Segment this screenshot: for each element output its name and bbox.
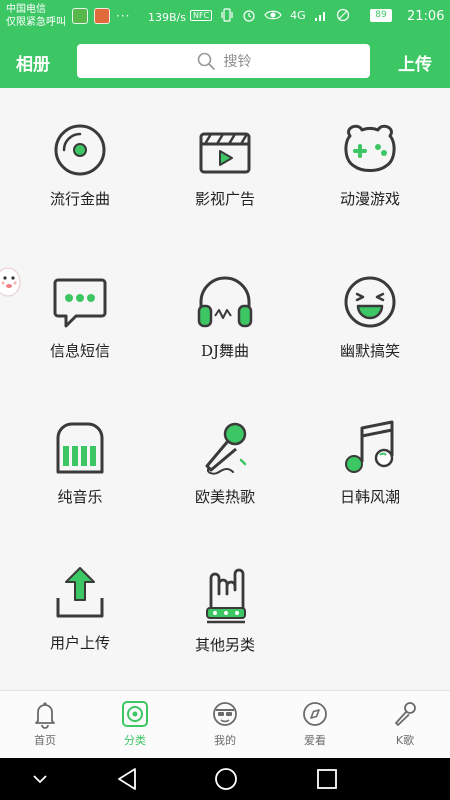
rock-hand-icon <box>206 568 246 624</box>
tab-label: K歌 <box>395 734 415 747</box>
tab-karaoke[interactable]: K歌 <box>360 691 450 758</box>
category-sms[interactable]: 信息短信 <box>5 272 155 361</box>
category-label: 日韩风潮 <box>339 488 400 506</box>
music-note-icon <box>345 420 394 473</box>
category-humor[interactable]: 幽默搞笑 <box>295 272 445 361</box>
category-instrumental[interactable]: 纯音乐 <box>5 418 155 507</box>
category-label: DJ舞曲 <box>200 342 250 360</box>
category-label: 影视广告 <box>194 190 255 208</box>
more-notifications-indicator: ··· <box>116 9 131 23</box>
laughing-face-icon <box>344 276 396 328</box>
category-dj-dance[interactable]: DJ舞曲 <box>150 272 300 361</box>
tab-watch[interactable]: 爱看 <box>270 691 360 758</box>
vinyl-disc-icon <box>54 124 106 176</box>
tab-label: 我的 <box>214 734 236 747</box>
battery-icon: 89 <box>370 9 392 22</box>
microphone-icon <box>205 422 247 475</box>
clapperboard-play-icon <box>199 132 251 174</box>
tab-label: 首页 <box>34 734 56 747</box>
signal-strength-icon <box>314 12 325 21</box>
tab-home[interactable]: 首页 <box>0 691 90 758</box>
nfc-icon: NFC <box>190 9 213 21</box>
app-notification-icon <box>94 8 110 24</box>
notification-icons: ··· <box>72 8 130 24</box>
home-icon[interactable] <box>214 766 238 792</box>
tab-mine[interactable]: 我的 <box>180 691 270 758</box>
carrier-info: 中国电信 仅限紧急呼叫 <box>6 3 66 29</box>
category-label: 信息短信 <box>49 342 110 360</box>
app-notification-icon <box>72 8 88 24</box>
recent-apps-icon[interactable] <box>315 766 339 792</box>
category-label: 用户上传 <box>49 634 110 652</box>
upload-button[interactable]: 上传 <box>398 50 432 75</box>
signal-type: 4G <box>290 8 306 22</box>
system-status-icons: NFC 4G <box>190 8 350 22</box>
back-icon[interactable] <box>115 766 139 792</box>
upload-tray-icon <box>56 567 104 618</box>
carrier-name: 中国电信 <box>6 4 46 15</box>
bell-icon <box>35 702 55 729</box>
user-avatar-icon <box>213 702 237 726</box>
alarm-icon <box>243 10 255 22</box>
bear-gamepad-icon <box>344 124 396 172</box>
network-speed: 139B/s <box>148 11 186 24</box>
system-nav-bar <box>0 758 450 800</box>
bottom-tab-bar: 首页 分类 我的 爱看 K歌 <box>0 690 450 758</box>
category-others[interactable]: 其他另类 <box>150 564 300 655</box>
category-anime-games[interactable]: 动漫游戏 <box>295 120 445 209</box>
tab-label: 分类 <box>124 734 146 747</box>
search-bar[interactable]: 搜铃 <box>77 44 370 78</box>
app-header: 相册 搜铃 上传 <box>0 38 450 88</box>
category-jk-trends[interactable]: 日韩风潮 <box>295 418 445 507</box>
clock: 21:06 <box>407 9 445 24</box>
karaoke-mic-icon <box>395 702 416 726</box>
hide-nav-chevron-icon[interactable] <box>32 773 48 785</box>
category-film-ads[interactable]: 影视广告 <box>150 120 300 209</box>
compass-icon <box>303 702 327 726</box>
tab-category[interactable]: 分类 <box>90 691 180 758</box>
search-icon <box>197 52 215 70</box>
eye-comfort-icon <box>264 10 282 20</box>
category-label: 欧美热歌 <box>194 488 255 506</box>
category-label: 流行金曲 <box>49 190 110 208</box>
category-western-hits[interactable]: 欧美热歌 <box>150 418 300 507</box>
chat-bubble-icon <box>53 278 107 328</box>
category-label: 其他另类 <box>194 636 255 654</box>
emergency-only-text: 仅限紧急呼叫 <box>6 17 66 28</box>
category-user-uploads[interactable]: 用户上传 <box>5 564 155 653</box>
status-bar: 中国电信 仅限紧急呼叫 ··· 139B/s NFC 4G 89 21:06 <box>0 0 450 38</box>
piano-icon <box>56 422 104 474</box>
category-label: 幽默搞笑 <box>339 342 400 360</box>
sim-disabled-icon <box>336 8 349 22</box>
album-button[interactable]: 相册 <box>16 50 50 75</box>
tab-label: 爱看 <box>304 734 326 747</box>
vibrate-icon <box>221 8 233 22</box>
category-pop-hits[interactable]: 流行金曲 <box>5 120 155 209</box>
category-label: 纯音乐 <box>57 488 103 506</box>
category-label: 动漫游戏 <box>339 190 400 208</box>
disc-square-icon <box>122 701 148 727</box>
search-placeholder: 搜铃 <box>223 54 252 70</box>
headphones-icon <box>197 276 253 328</box>
